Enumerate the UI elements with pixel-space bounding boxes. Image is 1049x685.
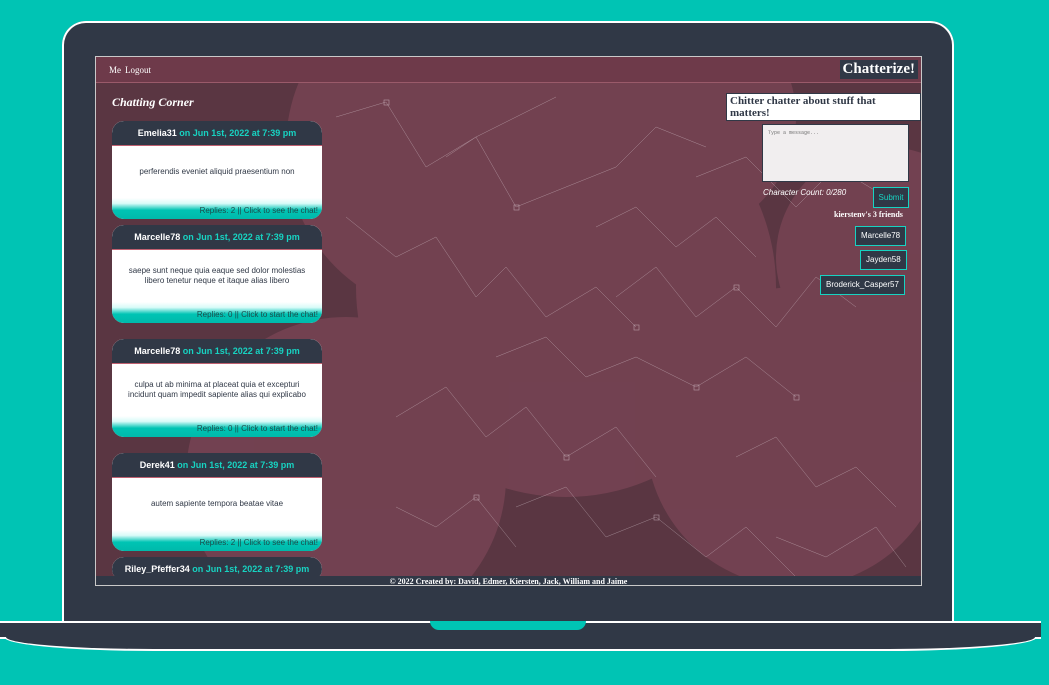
post-username: Marcelle78: [134, 232, 181, 242]
character-count: Character Count: 0/280: [763, 188, 847, 197]
post-replies-link[interactable]: Replies: 0 || Click to start the chat!: [112, 416, 322, 437]
post-date: on Jun 1st, 2022 at 7:39 pm: [189, 564, 310, 574]
post-body: autem sapiente tempora beatae vitae: [150, 499, 284, 508]
laptop-notch: [430, 621, 586, 630]
post-header: Marcelle78 on Jun 1st, 2022 at 7:39 pm: [112, 225, 322, 250]
post-header: Emelia31 on Jun 1st, 2022 at 7:39 pm: [112, 121, 322, 146]
chatting-corner-title: Chatting Corner: [112, 95, 194, 109]
friend-button[interactable]: Marcelle78: [855, 226, 907, 246]
post-body: culpa ut ab minima at placeat quia et ex…: [128, 380, 306, 399]
post-body: saepe sunt neque quia eaque sed dolor mo…: [128, 266, 306, 285]
post-username: Emelia31: [137, 128, 177, 138]
post-card[interactable]: Derek41 on Jun 1st, 2022 at 7:39 pm aute…: [112, 453, 322, 551]
post-username: Derek41: [139, 460, 175, 470]
nav-me-link[interactable]: Me: [109, 65, 121, 75]
friend-button[interactable]: Jayden58: [860, 250, 907, 270]
post-replies-link[interactable]: Replies: 2 || Click to see the chat!: [112, 198, 322, 219]
post-date: on Jun 1st, 2022 at 7:39 pm: [176, 128, 297, 138]
page-footer: © 2022 Created by: David, Edmer, Kierste…: [96, 576, 921, 585]
friend-button[interactable]: Broderick_Casper57: [820, 275, 905, 295]
post-card[interactable]: Marcelle78 on Jun 1st, 2022 at 7:39 pm s…: [112, 225, 322, 323]
laptop-foot: [4, 637, 1037, 651]
post-date: on Jun 1st, 2022 at 7:39 pm: [180, 232, 300, 242]
post-date: on Jun 1st, 2022 at 7:39 pm: [180, 346, 300, 356]
top-navbar: Me Logout Chatterize!: [96, 57, 921, 83]
post-card[interactable]: Emelia31 on Jun 1st, 2022 at 7:39 pm per…: [112, 121, 322, 219]
post-header: Marcelle78 on Jun 1st, 2022 at 7:39 pm: [112, 339, 322, 364]
post-header: Derek41 on Jun 1st, 2022 at 7:39 pm: [112, 453, 322, 478]
message-input[interactable]: [762, 124, 909, 182]
submit-button[interactable]: Submit: [873, 187, 909, 208]
post-body: perferendis eveniet aliquid praesentium …: [139, 167, 295, 176]
app-screen: Me Logout Chatterize! Chatting Corner Em…: [95, 56, 922, 586]
post-username: Riley_Pfeffer34: [124, 564, 190, 574]
nav-logout-link[interactable]: Logout: [125, 65, 151, 75]
post-date: on Jun 1st, 2022 at 7:39 pm: [174, 460, 295, 470]
post-username: Marcelle78: [134, 346, 181, 356]
post-replies-link[interactable]: Replies: 2 || Click to see the chat!: [112, 530, 322, 551]
brand-logo[interactable]: Chatterize!: [839, 60, 918, 79]
post-card[interactable]: Marcelle78 on Jun 1st, 2022 at 7:39 pm c…: [112, 339, 322, 437]
post-replies-link[interactable]: Replies: 0 || Click to start the chat!: [112, 302, 322, 323]
friends-title: kierstenv's 3 friends: [834, 210, 903, 219]
tagline-banner: Chitter chatter about stuff that matters…: [726, 93, 921, 121]
